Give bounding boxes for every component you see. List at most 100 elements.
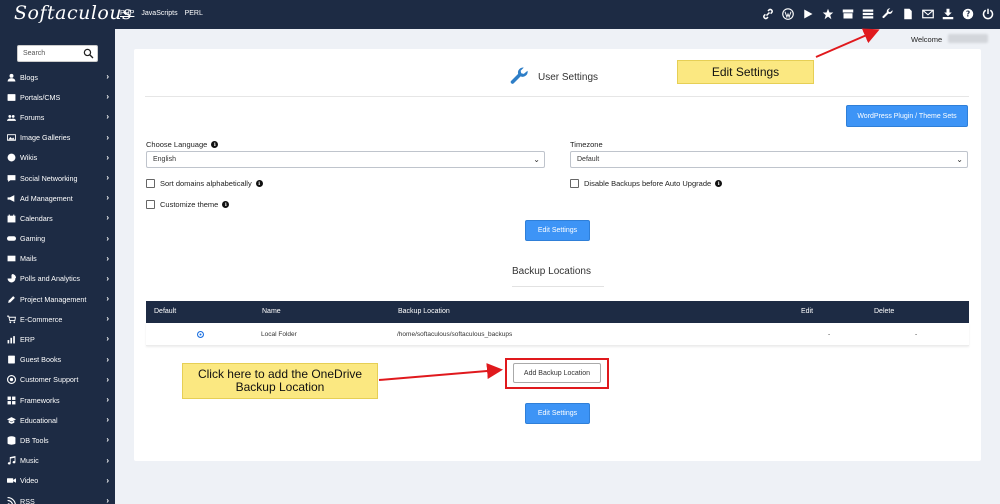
sidebar-item-blogs[interactable]: Blogs ›	[0, 67, 115, 87]
disable-backups-checkbox[interactable]	[570, 179, 579, 188]
sidebar-item-label: Wikis	[20, 153, 38, 163]
add-backup-location-button[interactable]: Add Backup Location	[513, 363, 601, 383]
sidebar-item-label: Social Networking	[20, 173, 78, 183]
sidebar-item-video[interactable]: Video ›	[0, 471, 115, 491]
info-icon[interactable]: i	[255, 180, 263, 187]
sidebar-item-image-galleries[interactable]: Image Galleries ›	[0, 128, 115, 148]
image-icon	[6, 133, 16, 143]
tab-perl[interactable]: PERL	[185, 10, 203, 17]
sidebar-item-label: Blogs	[20, 72, 38, 82]
page-title: User Settings	[510, 67, 598, 87]
sidebar-item-educational[interactable]: Educational ›	[0, 410, 115, 430]
edit-settings-button-bottom[interactable]: Edit Settings	[525, 403, 590, 424]
table-row: Local Folder /home/softaculous/softaculo…	[146, 323, 969, 346]
sidebar-item-polls-and-analytics[interactable]: Polls and Analytics ›	[0, 269, 115, 289]
mail-icon[interactable]	[921, 7, 934, 20]
table-header: Default Name Backup Location Edit Delete	[146, 301, 969, 323]
sidebar-item-portals-cms[interactable]: Portals/CMS ›	[0, 87, 115, 107]
sidebar-item-e-commerce[interactable]: E-Commerce ›	[0, 309, 115, 329]
search-input[interactable]: Search	[17, 45, 98, 62]
softaculous-logo[interactable]: Softaculous	[14, 2, 132, 24]
wrench-icon[interactable]	[881, 7, 894, 20]
link-icon[interactable]	[761, 7, 774, 20]
header-name: Name	[262, 308, 281, 315]
user-icon	[6, 72, 16, 82]
help-icon[interactable]: ?	[961, 7, 974, 20]
wordpress-plugin-theme-sets-button[interactable]: WordPress Plugin / Theme Sets	[846, 105, 968, 127]
sort-domains-checkbox[interactable]	[146, 179, 155, 188]
info-icon[interactable]: i	[222, 201, 230, 208]
backup-locations-table: Default Name Backup Location Edit Delete…	[146, 301, 969, 346]
sort-domains-label: Sort domains alphabetically	[160, 179, 252, 188]
frameworks-icon	[6, 395, 16, 405]
logout-icon[interactable]	[981, 7, 994, 20]
tab-javascripts[interactable]: JavaScripts	[141, 10, 177, 17]
welcome-text: Welcome	[911, 35, 943, 44]
sidebar-item-calendars[interactable]: Calendars ›	[0, 208, 115, 228]
sidebar-item-label: Polls and Analytics	[20, 274, 80, 284]
sidebar-item-label: Frameworks	[20, 395, 60, 405]
download-icon[interactable]	[941, 7, 954, 20]
video-icon	[6, 476, 16, 486]
sidebar-nav: Blogs › Portals/CMS › Forums › Image Galleries…	[0, 67, 115, 504]
sidebar-item-label: RSS	[20, 496, 35, 504]
sidebar-item-project-management[interactable]: Project Management ›	[0, 289, 115, 309]
chevron-right-icon: ›	[106, 132, 109, 142]
sidebar-item-gaming[interactable]: Gaming ›	[0, 229, 115, 249]
sidebar-item-guest-books[interactable]: Guest Books ›	[0, 350, 115, 370]
chevron-right-icon: ›	[106, 152, 109, 162]
sidebar-item-ad-management[interactable]: Ad Management ›	[0, 188, 115, 208]
language-select[interactable]: English ⌄	[146, 151, 545, 168]
row-edit[interactable]: -	[828, 331, 830, 338]
sidebar-item-wikis[interactable]: Wikis ›	[0, 148, 115, 168]
file-icon[interactable]	[901, 7, 914, 20]
header-delete: Delete	[874, 308, 895, 315]
sidebar-item-label: Guest Books	[20, 355, 62, 365]
timezone-select[interactable]: Default ⌄	[570, 151, 968, 168]
sidebar-item-rss[interactable]: RSS ›	[0, 491, 115, 504]
sidebar-item-forums[interactable]: Forums ›	[0, 107, 115, 127]
list-icon[interactable]	[861, 7, 874, 20]
sidebar-item-label: Music	[20, 456, 39, 466]
chevron-right-icon: ›	[106, 374, 109, 384]
info-icon[interactable]: i	[211, 141, 219, 148]
chevron-right-icon: ›	[106, 233, 109, 243]
search-icon[interactable]	[83, 48, 94, 59]
search-placeholder: Search	[23, 50, 46, 57]
disable-backups-option: Disable Backups before Auto Upgrade i	[570, 179, 723, 188]
sidebar-item-label: ERP	[20, 335, 35, 345]
info-icon[interactable]: i	[715, 180, 723, 187]
chart-icon	[6, 335, 16, 345]
chevron-right-icon: ›	[106, 314, 109, 324]
sidebar: Search Blogs › Portals/CMS › Forums › Image Ga…	[0, 29, 115, 504]
header-edit: Edit	[801, 308, 814, 315]
default-radio[interactable]	[197, 331, 204, 338]
wordpress-icon[interactable]	[781, 7, 794, 20]
sidebar-item-label: Video	[20, 476, 39, 486]
row-delete[interactable]: -	[915, 331, 917, 338]
sidebar-item-label: Customer Support	[20, 375, 79, 385]
row-name: Local Folder	[261, 331, 297, 338]
calendar-icon	[6, 213, 16, 223]
tab-php[interactable]: PHP	[120, 10, 134, 17]
sidebar-item-label: Image Galleries	[20, 133, 71, 143]
guestbook-icon	[6, 355, 16, 365]
sidebar-item-customer-support[interactable]: Customer Support ›	[0, 370, 115, 390]
portal-icon	[6, 92, 16, 102]
chevron-right-icon: ›	[106, 334, 109, 344]
chevron-right-icon: ›	[106, 172, 109, 182]
sidebar-item-db-tools[interactable]: DB Tools ›	[0, 430, 115, 450]
edit-settings-button-top[interactable]: Edit Settings	[525, 220, 590, 241]
sort-domains-option: Sort domains alphabetically i	[146, 179, 263, 188]
sidebar-item-music[interactable]: Music ›	[0, 451, 115, 471]
sidebar-item-erp[interactable]: ERP ›	[0, 329, 115, 349]
sidebar-item-frameworks[interactable]: Frameworks ›	[0, 390, 115, 410]
sidebar-item-mails[interactable]: Mails ›	[0, 249, 115, 269]
play-icon[interactable]	[801, 7, 814, 20]
sidebar-item-social-networking[interactable]: Social Networking ›	[0, 168, 115, 188]
sidebar-item-label: E-Commerce	[20, 314, 63, 324]
gamepad-icon	[6, 234, 16, 244]
star-icon[interactable]	[821, 7, 834, 20]
archive-icon[interactable]	[841, 7, 854, 20]
customize-theme-checkbox[interactable]	[146, 200, 155, 209]
